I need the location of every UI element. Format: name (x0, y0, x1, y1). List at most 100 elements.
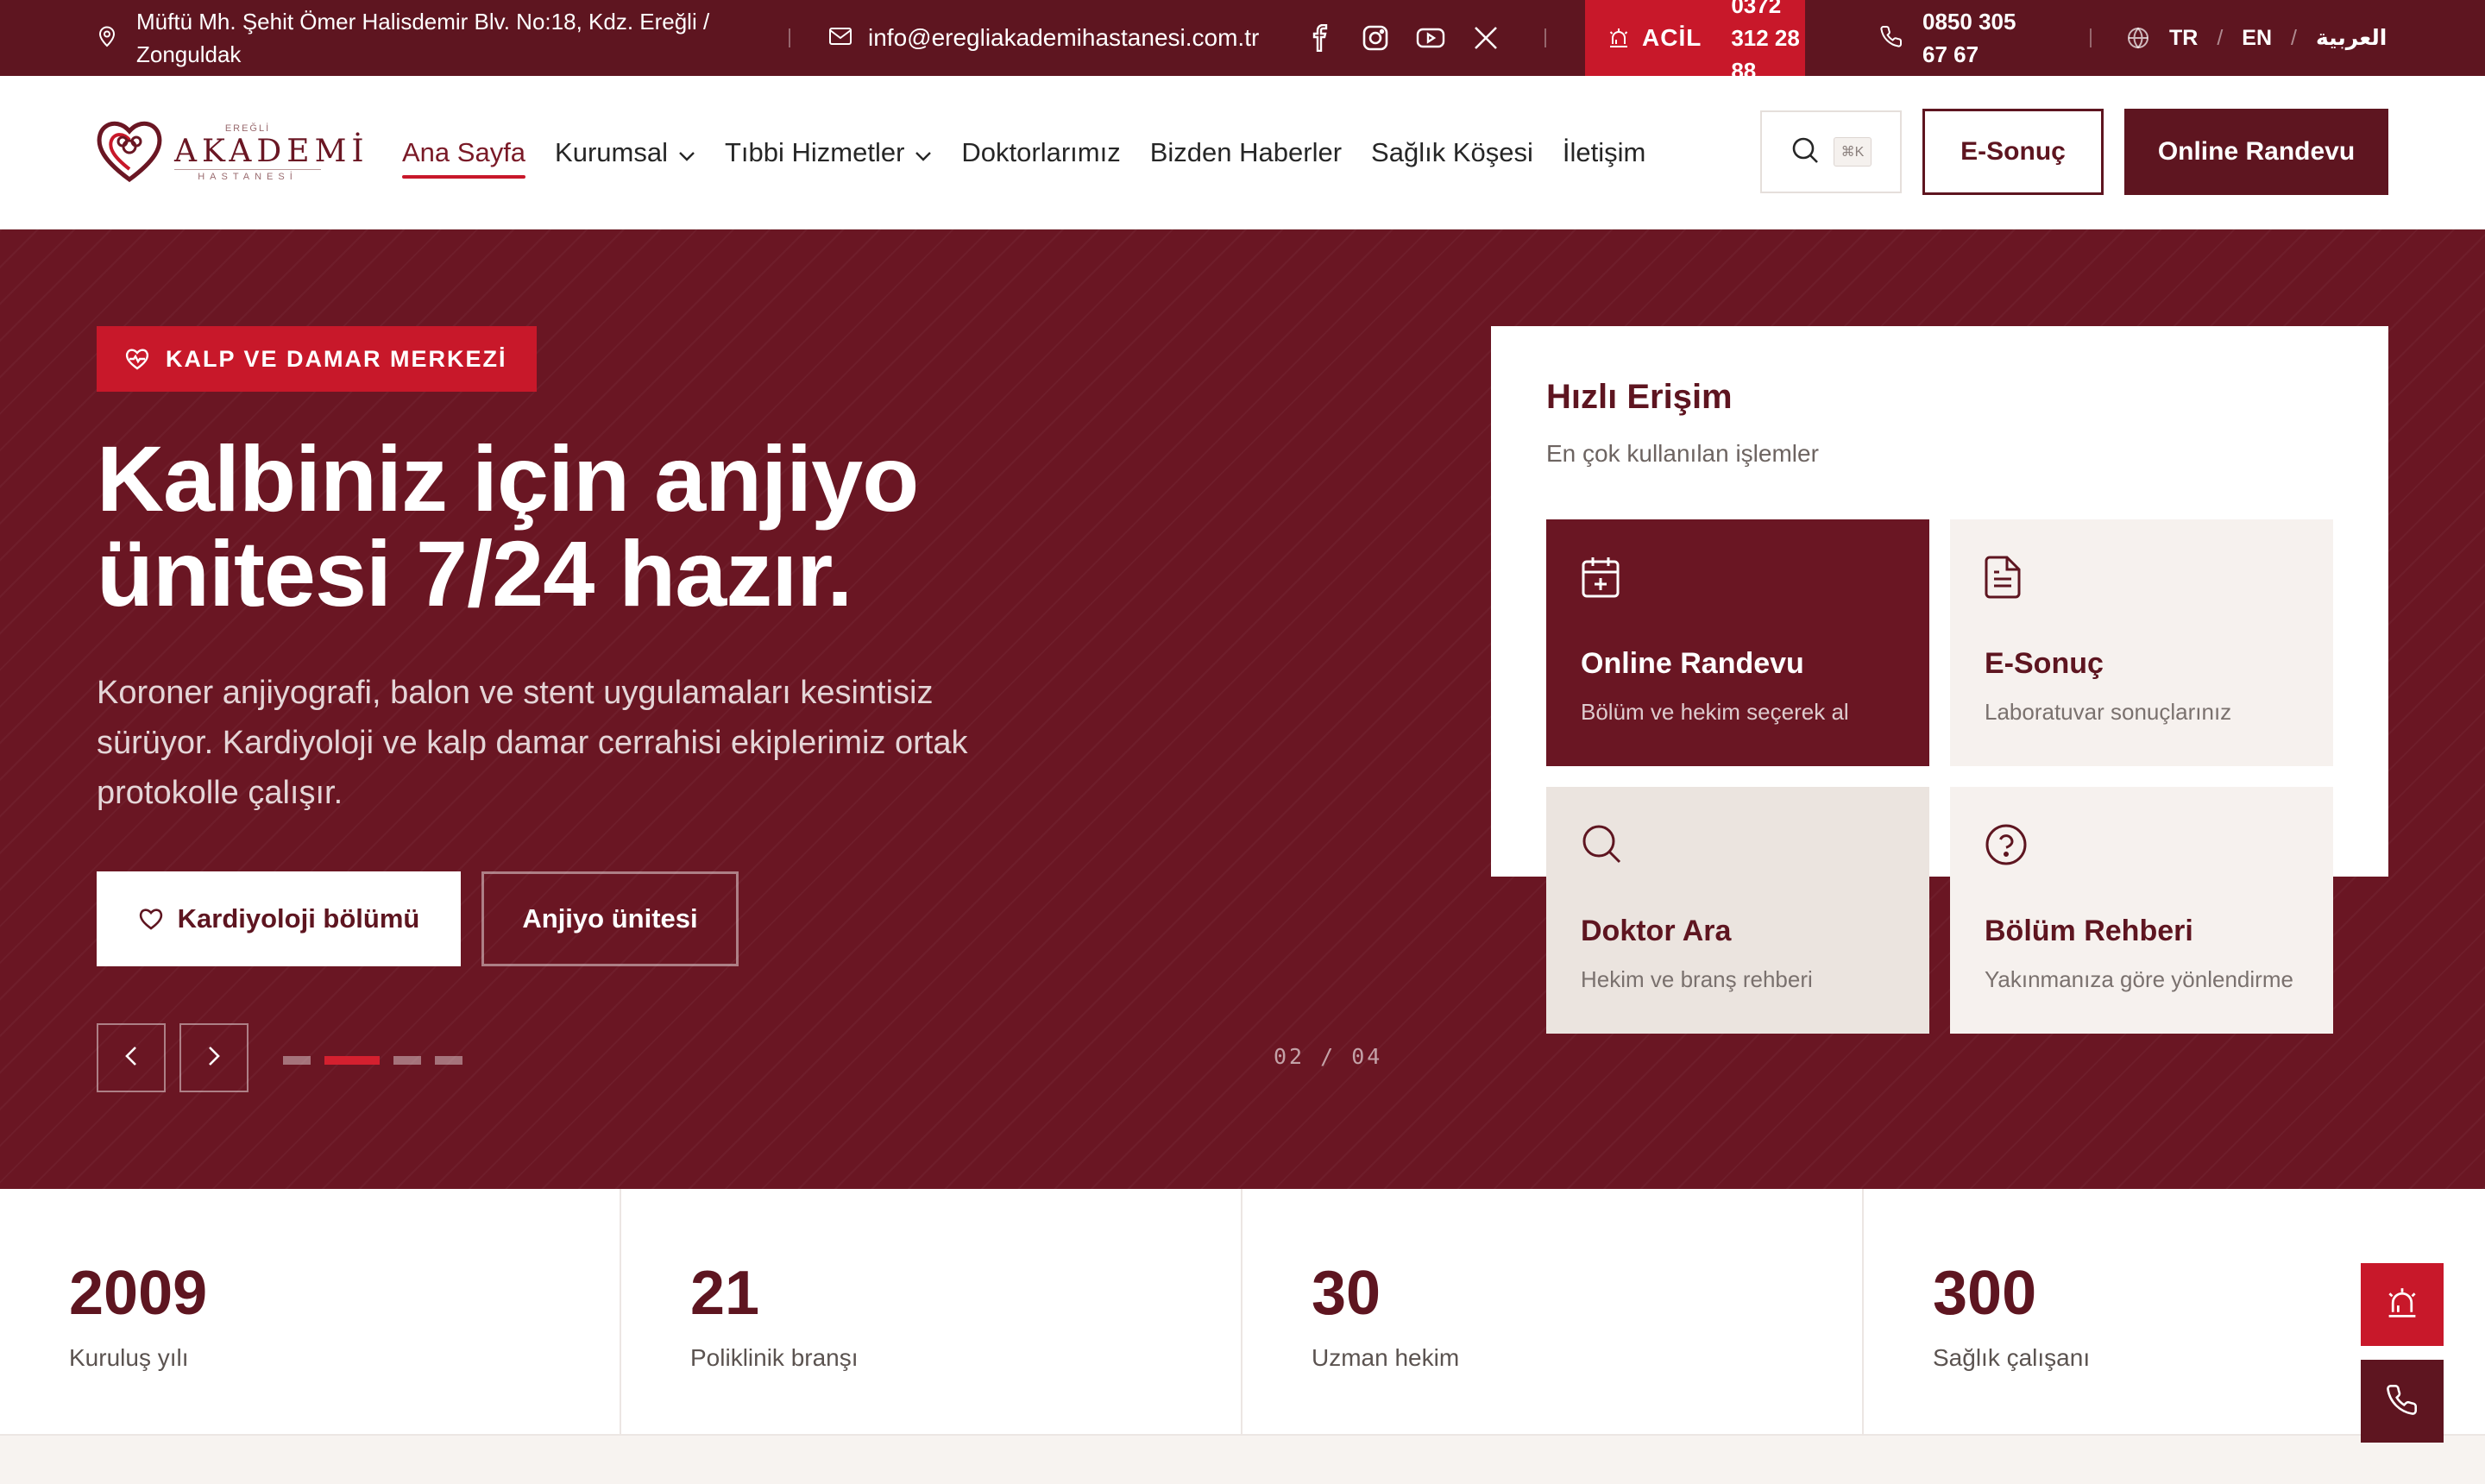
nav-label: Bizden Haberler (1149, 137, 1343, 167)
tile-subtitle: Laboratuvar sonuçlarınız (1985, 699, 2232, 725)
nav-item-kurumsal[interactable]: Kurumsal (555, 127, 695, 179)
social-links (1303, 0, 1524, 76)
chevron-down-icon (915, 137, 932, 168)
chevron-down-icon (678, 137, 695, 168)
nav-item-bizden-haberler[interactable]: Bizden Haberler (1150, 127, 1342, 179)
slide-dot[interactable] (435, 1056, 462, 1065)
hero-title-line: Kalbiniz için anjiyo (97, 426, 919, 531)
document-icon (1985, 556, 2021, 603)
tile-bolum-rehberi[interactable]: Bölüm Rehberi Yakınmanıza göre yönlendir… (1950, 787, 2333, 1034)
x-icon[interactable] (1469, 21, 1503, 55)
nav-item-tibbi-hizmetler[interactable]: Tıbbi Hizmetler (725, 127, 932, 179)
stat-item: 2009 Kuruluş yılı (0, 1189, 621, 1436)
phone-icon (2385, 1382, 2419, 1421)
email-link[interactable]: info@eregliakademihastanesi.com.tr (828, 0, 1259, 76)
phone-number: 0850 305 67 67 (1922, 9, 2016, 67)
address: Müftü Mh. Şehit Ömer Halisdemir Blv. No:… (97, 0, 775, 76)
logo-sub: HASTANESİ (174, 169, 321, 182)
nav-item-doktorlarimiz[interactable]: Doktorlarımız (961, 127, 1120, 179)
prev-slide-button[interactable] (97, 1023, 166, 1092)
emergency-call[interactable]: ACİL 0372 312 28 88 (1585, 0, 1805, 84)
stat-value: 300 (1933, 1259, 2037, 1328)
tile-doktor-ara[interactable]: Doktor Ara Hekim ve branş rehberi (1546, 787, 1929, 1034)
button-label: Kardiyoloji bölümü (177, 903, 420, 934)
stat-value: 30 (1312, 1259, 1381, 1328)
floating-phone-button[interactable] (2361, 1360, 2444, 1443)
stat-value: 21 (690, 1259, 760, 1328)
heart-icon (138, 907, 164, 931)
next-slide-button[interactable] (179, 1023, 248, 1092)
stats-strip: 2009 Kuruluş yılı 21 Poliklinik branşı 3… (0, 1189, 2485, 1436)
badge-text: KALP VE DAMAR MERKEZİ (166, 345, 507, 372)
nav-label: Ana Sayfa (402, 137, 526, 167)
quick-access-subtitle: En çok kullanılan işlemler (1546, 440, 1819, 467)
language-switcher: TR / EN / العربية (2126, 0, 2406, 76)
location-pin-icon (97, 25, 117, 52)
nav-item-iletisim[interactable]: İletişim (1563, 127, 1645, 179)
logo-wordmark: EREĞLİ AKADEMİ HASTANESİ (174, 123, 369, 182)
divider (789, 28, 790, 47)
hospital-logo[interactable]: EREĞLİ AKADEMİ HASTANESİ (95, 116, 364, 190)
slide-counter: 02 / 04 (1274, 1044, 1383, 1069)
stat-item: 30 Uzman hekim (1242, 1189, 1864, 1436)
siren-icon (2385, 1286, 2419, 1324)
quick-access-card: Hızlı Erişim En çok kullanılan işlemler … (1491, 326, 2388, 1034)
phone-call[interactable]: 0850 305 67 67 (1879, 0, 2043, 76)
slide-dot[interactable] (283, 1056, 311, 1065)
divider (2090, 28, 2092, 47)
chevron-left-icon (125, 1046, 137, 1071)
nav-label: Sağlık Köşesi (1371, 137, 1533, 167)
logo-name: AKADEMİ (174, 134, 369, 169)
emergency-label: ACİL (1642, 24, 1702, 51)
tile-title: E-Sonuç (1985, 647, 2104, 680)
quick-access-title: Hızlı Erişim (1546, 378, 1733, 416)
address-text: Müftü Mh. Şehit Ömer Halisdemir Blv. No:… (136, 9, 710, 67)
nav-label: Tıbbi Hizmetler (724, 137, 905, 167)
lang-en[interactable]: EN (2242, 26, 2272, 51)
lang-separator: / (2291, 25, 2297, 50)
nav-item-ana-sayfa[interactable]: Ana Sayfa (402, 127, 526, 179)
nav-item-saglik-kosesi[interactable]: Sağlık Köşesi (1371, 127, 1533, 179)
search-icon (1581, 823, 1622, 869)
tile-e-sonuc[interactable]: E-Sonuç Laboratuvar sonuçlarınız (1950, 519, 2333, 766)
search-icon (1790, 135, 1820, 169)
lang-tr[interactable]: TR (2169, 26, 2198, 51)
tile-online-randevu[interactable]: Online Randevu Bölüm ve hekim seçerek al (1546, 519, 1929, 766)
online-randevu-button[interactable]: Online Randevu (2124, 109, 2388, 195)
slide-dot-active[interactable] (324, 1056, 380, 1065)
emergency-number: 0372 312 28 88 (1731, 0, 1800, 84)
logo-small: EREĞLİ (224, 123, 271, 134)
help-circle-icon (1985, 823, 2028, 871)
heart-pulse-icon (124, 347, 150, 371)
nav-label: Kurumsal (555, 137, 668, 167)
phone-icon (1879, 24, 1903, 53)
slide-dot[interactable] (393, 1056, 421, 1065)
search-button[interactable]: ⌘K (1760, 110, 1902, 193)
lang-ar[interactable]: العربية (2316, 25, 2387, 51)
calendar-plus-icon (1581, 556, 1620, 603)
nav-label: Doktorlarımız (961, 137, 1121, 167)
e-sonuc-button[interactable]: E-Sonuç (1922, 109, 2104, 195)
chevron-right-icon (208, 1046, 220, 1071)
floating-emergency-button[interactable] (2361, 1263, 2444, 1346)
divider (1544, 28, 1546, 47)
cardiology-button[interactable]: Kardiyoloji bölümü (97, 871, 461, 966)
stat-item: 21 Poliklinik branşı (621, 1189, 1242, 1436)
main-menu: Ana Sayfa Kurumsal Tıbbi Hizmetler Dokto… (402, 76, 1675, 230)
tile-title: Online Randevu (1581, 647, 1804, 680)
hero-slider: KALP VE DAMAR MERKEZİ Kalbiniz için anji… (0, 230, 2485, 1189)
stat-value: 2009 (69, 1259, 208, 1328)
tile-subtitle: Yakınmanıza göre yönlendirme (1985, 966, 2293, 992)
stat-label: Poliklinik branşı (690, 1344, 859, 1371)
category-badge: KALP VE DAMAR MERKEZİ (97, 326, 537, 392)
instagram-icon[interactable] (1358, 21, 1393, 55)
tile-subtitle: Hekim ve branş rehberi (1581, 966, 1813, 992)
facebook-icon[interactable] (1303, 21, 1337, 55)
stat-label: Kuruluş yılı (69, 1344, 189, 1371)
email-text: info@eregliakademihastanesi.com.tr (868, 24, 1260, 51)
main-navbar: EREĞLİ AKADEMİ HASTANESİ Ana Sayfa Kurum… (0, 76, 2485, 230)
lang-separator: / (2217, 25, 2224, 50)
angio-unit-button[interactable]: Anjiyo ünitesi (481, 871, 739, 966)
youtube-icon[interactable] (1413, 21, 1448, 55)
tile-title: Doktor Ara (1581, 915, 1732, 947)
